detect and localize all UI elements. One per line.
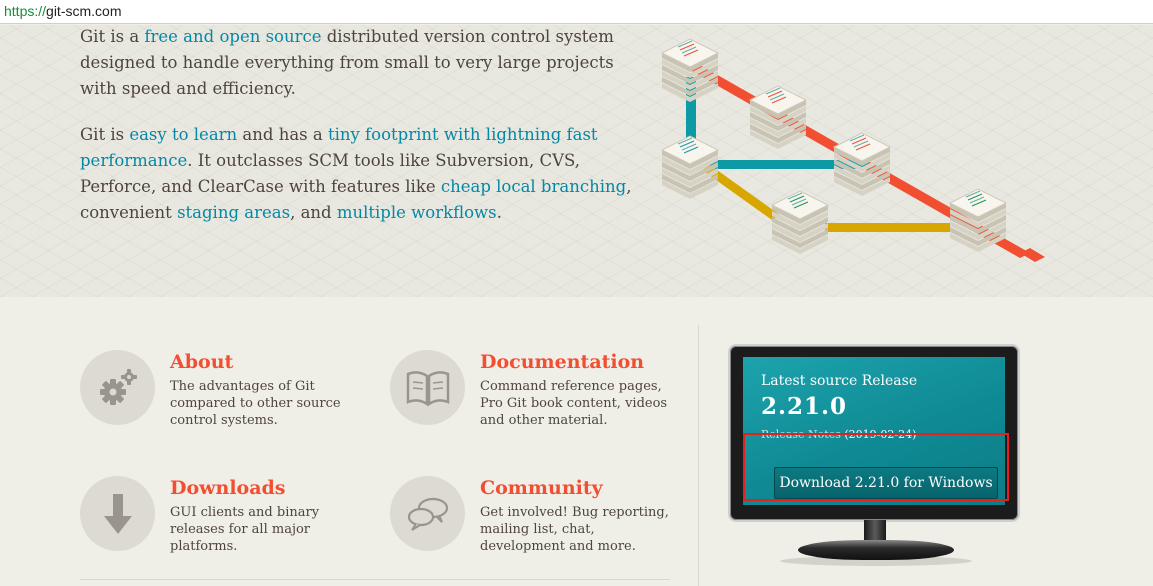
speech-bubbles-icon[interactable]: [390, 476, 465, 551]
monitor-stand-neck: [864, 520, 886, 542]
hero-section: Git is a free and open source distribute…: [0, 25, 1153, 297]
documentation-title[interactable]: Documentation: [480, 350, 644, 374]
download-arrow-icon[interactable]: [80, 476, 155, 551]
commit-stack: [832, 132, 892, 196]
feature-documentation: Documentation Command reference pages, P…: [390, 350, 690, 460]
about-title[interactable]: About: [170, 350, 233, 374]
branching-illustration: [660, 38, 1045, 262]
easy-to-learn-link[interactable]: easy to learn: [129, 125, 237, 144]
commit-stack: [660, 38, 720, 102]
features-paragraph: Git is easy to learn and has a tiny foot…: [80, 125, 632, 222]
vertical-divider: [698, 325, 699, 586]
book-icon[interactable]: [390, 350, 465, 425]
address-bar[interactable]: https://git-scm.com: [0, 0, 1153, 24]
feature-about: About The advantages of Git compared to …: [80, 350, 380, 460]
staging-areas-link[interactable]: staging areas: [177, 203, 290, 222]
community-title[interactable]: Community: [480, 476, 603, 500]
cheap-local-branching-link[interactable]: cheap local branching: [441, 177, 626, 196]
feature-community: Community Get involved! Bug reporting, m…: [390, 476, 690, 586]
about-description: The advantages of Git compared to other …: [170, 379, 341, 428]
commit-stack: [660, 135, 720, 199]
intro-paragraph: Git is a free and open source distribute…: [80, 27, 614, 98]
monitor-stand-base: [798, 540, 954, 560]
documentation-description: Command reference pages, Pro Git book co…: [480, 379, 668, 428]
release-version: 2.21.0: [761, 393, 848, 420]
free-open-source-link[interactable]: free and open source: [144, 27, 321, 46]
downloads-description: GUI clients and binary releases for all …: [170, 505, 320, 554]
downloads-title[interactable]: Downloads: [170, 476, 286, 500]
commit-stack: [770, 190, 830, 254]
url-text: https://git-scm.com: [4, 3, 122, 19]
highlight-box: [743, 433, 1009, 501]
latest-release-label: Latest source Release: [761, 373, 918, 389]
feature-downloads: Downloads GUI clients and binary release…: [80, 476, 380, 586]
community-description: Get involved! Bug reporting, mailing lis…: [480, 505, 669, 554]
multiple-workflows-link[interactable]: multiple workflows: [337, 203, 497, 222]
commit-stacks: [660, 38, 1008, 254]
gears-icon[interactable]: [80, 350, 155, 425]
commit-stack: [748, 85, 808, 149]
